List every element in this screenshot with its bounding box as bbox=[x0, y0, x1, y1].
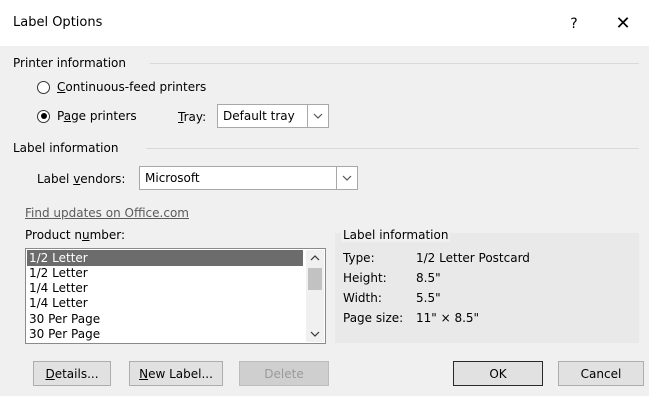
details-button[interactable]: Details... bbox=[33, 361, 111, 386]
continuous-feed-label: Continuous-feed printers bbox=[57, 80, 207, 94]
cancel-button[interactable]: Cancel bbox=[558, 361, 644, 386]
help-icon[interactable]: ? bbox=[560, 10, 588, 38]
width-value: 5.5" bbox=[416, 291, 441, 305]
continuous-feed-radio[interactable]: Continuous-feed printers bbox=[37, 80, 206, 94]
product-number-label: Product number: bbox=[25, 228, 126, 242]
chevron-up-icon[interactable] bbox=[306, 250, 324, 266]
list-item[interactable]: 1/4 Letter bbox=[27, 280, 303, 296]
label-info-panel: Label information Type: 1/2 Letter Postc… bbox=[335, 228, 639, 343]
label-vendors-label: Label vendors: bbox=[37, 172, 126, 186]
find-updates-link[interactable]: Find updates on Office.com bbox=[25, 206, 189, 220]
chevron-down-icon[interactable] bbox=[307, 105, 328, 127]
page-printers-radio[interactable]: Page printers bbox=[37, 109, 137, 123]
list-item[interactable]: 30 Per Page bbox=[27, 311, 303, 327]
page-printers-radio-circle[interactable] bbox=[37, 109, 50, 123]
list-item[interactable]: 1/2 Letter bbox=[27, 265, 303, 281]
tray-select[interactable]: Default tray bbox=[217, 104, 329, 128]
printer-info-heading: Printer information bbox=[13, 56, 126, 70]
chevron-down-icon[interactable] bbox=[336, 167, 357, 189]
chevron-down-icon[interactable] bbox=[306, 326, 324, 342]
list-scrollbar[interactable] bbox=[306, 250, 324, 342]
tray-label: Tray: bbox=[178, 110, 207, 124]
scrollbar-thumb[interactable] bbox=[308, 268, 322, 290]
height-label: Height: bbox=[343, 271, 387, 285]
product-number-list[interactable]: 1/2 Letter 1/2 Letter 1/4 Letter 1/4 Let… bbox=[25, 248, 326, 344]
tray-select-value: Default tray bbox=[223, 109, 295, 123]
list-item[interactable]: 1/4 Letter bbox=[27, 295, 303, 311]
list-item[interactable]: 30 Per Page bbox=[27, 326, 303, 342]
ok-button[interactable]: OK bbox=[453, 361, 543, 386]
type-value: 1/2 Letter Postcard bbox=[416, 251, 530, 265]
label-info-heading: Label information bbox=[13, 141, 119, 155]
type-label: Type: bbox=[343, 251, 375, 265]
page-size-label: Page size: bbox=[343, 311, 404, 325]
label-info-panel-title: Label information bbox=[341, 228, 451, 242]
label-vendors-select[interactable]: Microsoft bbox=[139, 166, 358, 190]
delete-button[interactable]: Delete bbox=[239, 361, 329, 386]
list-item[interactable]: 1/2 Letter bbox=[27, 250, 303, 266]
title-bar: Label Options ? ✕ bbox=[0, 0, 649, 46]
new-label-button[interactable]: New Label... bbox=[129, 361, 223, 386]
printer-info-divider bbox=[150, 63, 639, 64]
continuous-feed-radio-circle[interactable] bbox=[37, 80, 50, 94]
height-value: 8.5" bbox=[416, 271, 441, 285]
close-icon[interactable]: ✕ bbox=[608, 10, 638, 38]
width-label: Width: bbox=[343, 291, 382, 305]
label-info-divider bbox=[146, 148, 639, 149]
page-printers-label: Page printers bbox=[57, 109, 137, 123]
label-vendors-value: Microsoft bbox=[145, 171, 200, 185]
label-options-dialog: Label Options ? ✕ Printer information Co… bbox=[0, 0, 649, 396]
window-title: Label Options bbox=[13, 15, 103, 30]
page-size-value: 11" × 8.5" bbox=[416, 311, 480, 325]
